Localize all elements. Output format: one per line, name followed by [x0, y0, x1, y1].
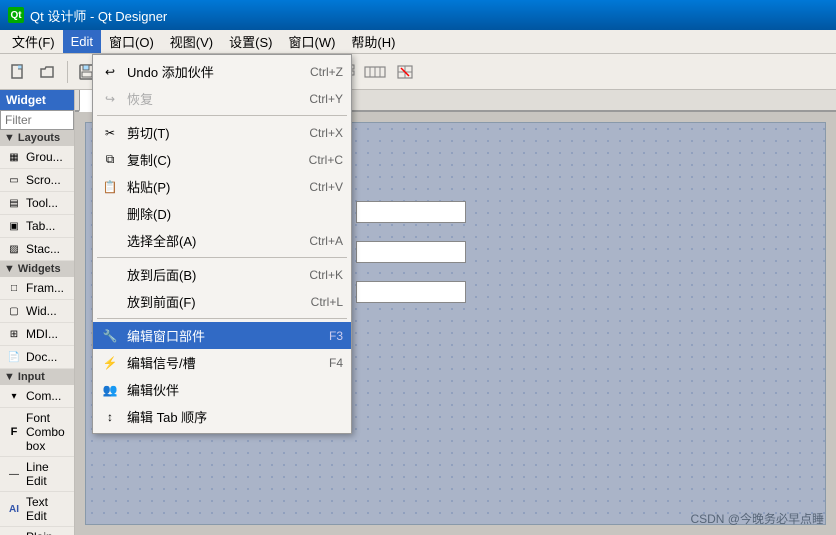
sendback-icon: [101, 266, 119, 284]
widget-widget-icon: ▢: [6, 303, 22, 319]
widget-item-group[interactable]: ▦Grou...: [0, 146, 74, 169]
menu-window2[interactable]: 窗口(W): [280, 30, 343, 53]
menu-view[interactable]: 视图(V): [162, 30, 221, 53]
widget-mdi-icon: ⊞: [6, 326, 22, 342]
section-layouts[interactable]: ▼ Layouts: [0, 130, 74, 146]
widget-item-combo[interactable]: ▾Com...: [0, 385, 74, 408]
menu-sep1: [97, 115, 347, 116]
section-input[interactable]: ▼ Input: [0, 369, 74, 385]
widget-combo-icon: ▾: [6, 388, 22, 404]
menu-bring-front[interactable]: 放到前面(F) Ctrl+L: [93, 288, 351, 315]
menu-sep3: [97, 318, 347, 319]
widget-item-textedit[interactable]: AIText Edit: [0, 492, 74, 527]
menu-help[interactable]: 帮助(H): [343, 30, 403, 53]
cut-icon: ✂: [101, 124, 119, 142]
edit-dropdown-menu: ↩ Undo 添加伙伴 Ctrl+Z ↪ 恢复 Ctrl+Y ✂ 剪切(T) C…: [92, 54, 352, 434]
widget-scroll-icon: ▭: [6, 172, 22, 188]
menu-edit-taborder[interactable]: ↕ 编辑 Tab 顺序: [93, 403, 351, 430]
toolbar-break[interactable]: [391, 58, 419, 86]
menu-paste[interactable]: 📋 粘贴(P) Ctrl+V: [93, 173, 351, 200]
field-input-age[interactable]: [356, 241, 466, 263]
toolbar-grid3[interactable]: [361, 58, 389, 86]
app-icon: Qt: [8, 7, 24, 23]
widget-panel: Widget ▼ Layouts ▦Grou... ▭Scro... ▤Tool…: [0, 90, 75, 535]
menu-select-all[interactable]: 选择全部(A) Ctrl+A: [93, 227, 351, 254]
widget-item-plaintextedit[interactable]: AIPlain Text Edit: [0, 527, 74, 535]
widget-item-stacked[interactable]: ▨Stac...: [0, 238, 74, 261]
widget-item-doc[interactable]: 📄Doc...: [0, 346, 74, 369]
redo-icon: ↪: [101, 90, 119, 108]
title-text: Qt 设计师 - Qt Designer: [30, 6, 167, 25]
widget-doc-icon: 📄: [6, 349, 22, 365]
widget-item-font[interactable]: FFont Combo box: [0, 408, 74, 457]
field-input-email[interactable]: [356, 281, 466, 303]
widget-item-tool[interactable]: ▤Tool...: [0, 192, 74, 215]
toolbar-new[interactable]: [4, 58, 32, 86]
widget-list-input: ▾Com... FFont Combo box —Line Edit AITex…: [0, 385, 74, 535]
menu-bar: 文件(F) Edit 窗口(O) 视图(V) 设置(S) 窗口(W) 帮助(H): [0, 30, 836, 54]
menu-edit-signals[interactable]: ⚡ 编辑信号/槽 F4: [93, 349, 351, 376]
toolbar-open[interactable]: [34, 58, 62, 86]
title-bar: Qt Qt 设计师 - Qt Designer: [0, 0, 836, 30]
widget-item-scroll[interactable]: ▭Scro...: [0, 169, 74, 192]
menu-settings[interactable]: 设置(S): [221, 30, 280, 53]
section-widgets[interactable]: ▼ Widgets: [0, 261, 74, 277]
menu-sep2: [97, 257, 347, 258]
menu-undo[interactable]: ↩ Undo 添加伙伴 Ctrl+Z: [93, 58, 351, 85]
menu-delete[interactable]: 删除(D): [93, 200, 351, 227]
field-input-name[interactable]: [356, 201, 466, 223]
chevron-down-icon: ▼: [4, 132, 15, 144]
widget-panel-header: Widget: [0, 90, 74, 110]
editwidgets-icon: 🔧: [101, 327, 119, 345]
widget-list-widgets: □Fram... ▢Wid... ⊞MDI... 📄Doc...: [0, 277, 74, 369]
widget-tab-icon: ▣: [6, 218, 22, 234]
menu-edit[interactable]: Edit: [63, 30, 101, 53]
toolbar-sep1: [67, 61, 68, 83]
widget-list-layouts: ▦Grou... ▭Scro... ▤Tool... ▣Tab... ▨Stac…: [0, 146, 74, 261]
widget-textedit-icon: AI: [6, 501, 22, 517]
menu-cut[interactable]: ✂ 剪切(T) Ctrl+X: [93, 119, 351, 146]
widget-item-frame[interactable]: □Fram...: [0, 277, 74, 300]
widget-filter-input[interactable]: [0, 110, 74, 130]
widget-item-widget[interactable]: ▢Wid...: [0, 300, 74, 323]
widget-frame-icon: □: [6, 280, 22, 296]
copy-icon: ⧉: [101, 151, 119, 169]
widget-item-tab[interactable]: ▣Tab...: [0, 215, 74, 238]
taborder-icon: ↕: [101, 408, 119, 426]
undo-icon: ↩: [101, 63, 119, 81]
menu-copy[interactable]: ⧉ 复制(C) Ctrl+C: [93, 146, 351, 173]
widget-tool-icon: ▤: [6, 195, 22, 211]
menu-file[interactable]: 文件(F): [4, 30, 63, 53]
delete-icon: [101, 205, 119, 223]
buddy-icon: 👥: [101, 381, 119, 399]
widget-stacked-icon: ▨: [6, 241, 22, 257]
menu-redo[interactable]: ↪ 恢复 Ctrl+Y: [93, 85, 351, 112]
menu-edit-widgets[interactable]: 🔧 编辑窗口部件 F3: [93, 322, 351, 349]
chevron-down-icon3: ▼: [4, 371, 15, 383]
chevron-down-icon2: ▼: [4, 263, 15, 275]
menu-window[interactable]: 窗口(O): [101, 30, 162, 53]
widget-item-mdi[interactable]: ⊞MDI...: [0, 323, 74, 346]
paste-icon: 📋: [101, 178, 119, 196]
widget-group-icon: ▦: [6, 149, 22, 165]
watermark: CSDN @今晚务必早点睡: [690, 510, 824, 527]
bringfront-icon: [101, 293, 119, 311]
widget-font-icon: F: [6, 424, 22, 440]
widget-lineedit-icon: —: [6, 466, 22, 482]
widget-item-lineedit[interactable]: —Line Edit: [0, 457, 74, 492]
signals-icon: ⚡: [101, 354, 119, 372]
menu-send-back[interactable]: 放到后面(B) Ctrl+K: [93, 261, 351, 288]
selectall-icon: [101, 232, 119, 250]
menu-edit-buddy[interactable]: 👥 编辑伙伴: [93, 376, 351, 403]
